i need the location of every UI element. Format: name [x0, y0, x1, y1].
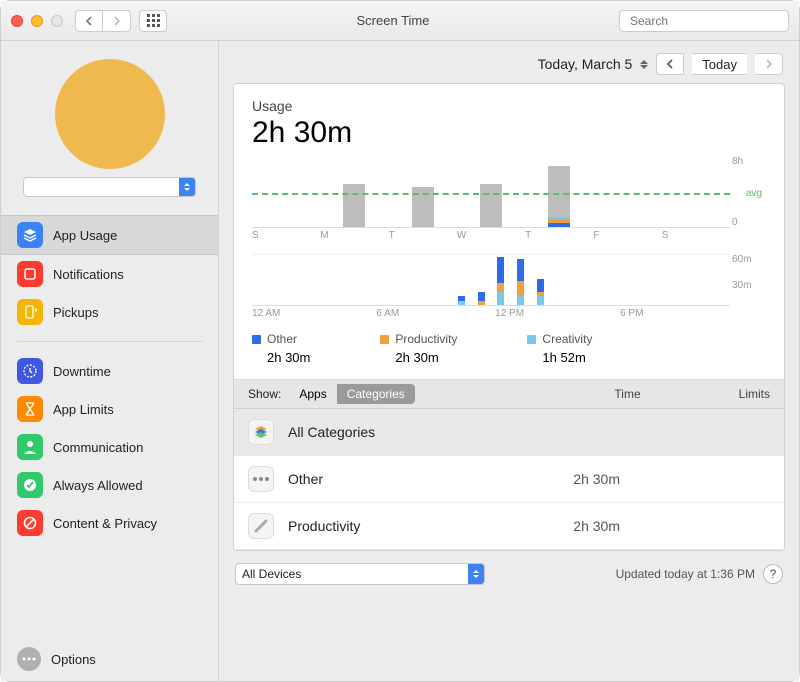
- show-all-prefs-button[interactable]: [139, 10, 167, 32]
- row-label: All Categories: [288, 424, 375, 440]
- legend-swatch: [527, 335, 536, 344]
- sidebar-item-label: Notifications: [53, 267, 124, 282]
- window-controls: [11, 15, 63, 27]
- ellipsis-icon: [17, 647, 41, 671]
- chevron-up-down-icon: [468, 564, 484, 584]
- legend: Other 2h 30m Productivity 2h 30m Creativity 1…: [234, 322, 784, 379]
- col-time-header: Time: [614, 387, 640, 401]
- options-button[interactable]: Options: [1, 637, 218, 681]
- tab-categories[interactable]: Categories: [337, 384, 415, 404]
- date-selector-row: Today, March 5 Today: [219, 41, 799, 83]
- sidebar: App Usage Notifications Pickups Downtime App…: [1, 41, 219, 681]
- tab-apps[interactable]: Apps: [289, 384, 336, 404]
- legend-label: Productivity: [395, 332, 457, 346]
- sidebar-item-label: Always Allowed: [53, 478, 143, 493]
- usage-panel: Usage 2h 30m avg 8h0 SMTWTFS: [233, 83, 785, 551]
- row-time: 2h 30m: [573, 471, 620, 487]
- sidebar-item-content-privacy[interactable]: Content & Privacy: [1, 504, 218, 542]
- legend-label: Creativity: [542, 332, 592, 346]
- search-input[interactable]: [630, 14, 785, 28]
- show-label: Show:: [248, 387, 281, 401]
- sidebar-item-label: Communication: [53, 440, 143, 455]
- sidebar-item-communication[interactable]: Communication: [1, 428, 218, 466]
- legend-swatch: [252, 335, 261, 344]
- legend-value: 2h 30m: [252, 350, 310, 365]
- back-button[interactable]: [75, 10, 103, 32]
- updated-label: Updated today at 1:36 PM: [616, 567, 755, 581]
- category-table: Show: AppsCategories Time Limits All Cat…: [234, 379, 784, 550]
- ban-icon: [17, 510, 43, 536]
- clock-icon: [17, 358, 43, 384]
- legend-swatch: [380, 335, 389, 344]
- table-row[interactable]: Productivity 2h 30m: [234, 503, 784, 550]
- date-label[interactable]: Today, March 5: [538, 56, 633, 72]
- hourly-chart[interactable]: 60m30m 12 AM6 AM12 PM6 PM: [252, 254, 766, 322]
- person-icon: [17, 434, 43, 460]
- legend-value: 2h 30m: [380, 350, 457, 365]
- next-day-button[interactable]: [755, 53, 783, 75]
- sidebar-item-app-usage[interactable]: App Usage: [1, 215, 218, 255]
- table-row[interactable]: All Categories: [234, 409, 784, 456]
- sidebar-item-pickups[interactable]: Pickups: [1, 293, 218, 331]
- brush-icon: [248, 513, 274, 539]
- date-stepper-icon[interactable]: [640, 60, 648, 69]
- row-label: Productivity: [288, 518, 360, 534]
- close-icon[interactable]: [11, 15, 23, 27]
- today-button[interactable]: Today: [692, 53, 747, 75]
- devices-select[interactable]: All Devices: [235, 563, 485, 585]
- sidebar-item-label: Content & Privacy: [53, 516, 157, 531]
- user-select[interactable]: [23, 177, 196, 197]
- dots-icon: [248, 466, 274, 492]
- show-tabs: AppsCategories: [289, 384, 414, 404]
- stack-icon: [248, 419, 274, 445]
- sidebar-item-label: App Limits: [53, 402, 114, 417]
- nav-back-forward: [75, 10, 131, 32]
- pickup-icon: [17, 299, 43, 325]
- search-field[interactable]: [619, 10, 789, 32]
- user-avatar: [55, 59, 165, 169]
- sidebar-item-label: Pickups: [53, 305, 99, 320]
- sidebar-item-app-limits[interactable]: App Limits: [1, 390, 218, 428]
- row-label: Other: [288, 471, 323, 487]
- sidebar-item-downtime[interactable]: Downtime: [1, 352, 218, 390]
- content-area: Today, March 5 Today Usage 2h 30m: [219, 41, 799, 681]
- bell-icon: [17, 261, 43, 287]
- help-button[interactable]: ?: [763, 564, 783, 584]
- forward-button[interactable]: [103, 10, 131, 32]
- chevron-up-down-icon: [179, 178, 195, 196]
- table-header: Show: AppsCategories Time Limits: [234, 380, 784, 409]
- window-title: Screen Time: [167, 13, 619, 28]
- sidebar-item-label: Downtime: [53, 364, 111, 379]
- minimize-icon[interactable]: [31, 15, 43, 27]
- zoom-icon: [51, 15, 63, 27]
- footer: All Devices Updated today at 1:36 PM ?: [219, 551, 799, 597]
- legend-label: Other: [267, 332, 297, 346]
- legend-item: Other 2h 30m: [252, 332, 310, 365]
- prev-day-button[interactable]: [656, 53, 684, 75]
- titlebar: Screen Time: [1, 1, 799, 41]
- sidebar-item-notifications[interactable]: Notifications: [1, 255, 218, 293]
- col-limits-header: Limits: [739, 387, 770, 401]
- legend-item: Creativity 1h 52m: [527, 332, 592, 365]
- usage-label: Usage: [252, 98, 766, 114]
- row-time: 2h 30m: [573, 518, 620, 534]
- legend-item: Productivity 2h 30m: [380, 332, 457, 365]
- weekly-chart[interactable]: avg 8h0 SMTWTFS: [252, 156, 766, 244]
- legend-value: 1h 52m: [527, 350, 592, 365]
- hourglass-icon: [17, 396, 43, 422]
- table-row[interactable]: Other 2h 30m: [234, 456, 784, 503]
- options-label: Options: [51, 652, 96, 667]
- check-icon: [17, 472, 43, 498]
- sidebar-item-always-allowed[interactable]: Always Allowed: [1, 466, 218, 504]
- layers-icon: [17, 222, 43, 248]
- usage-value: 2h 30m: [252, 116, 766, 150]
- sidebar-item-label: App Usage: [53, 228, 117, 243]
- screen-time-window: Screen Time App Usage Notifications Pickup…: [0, 0, 800, 682]
